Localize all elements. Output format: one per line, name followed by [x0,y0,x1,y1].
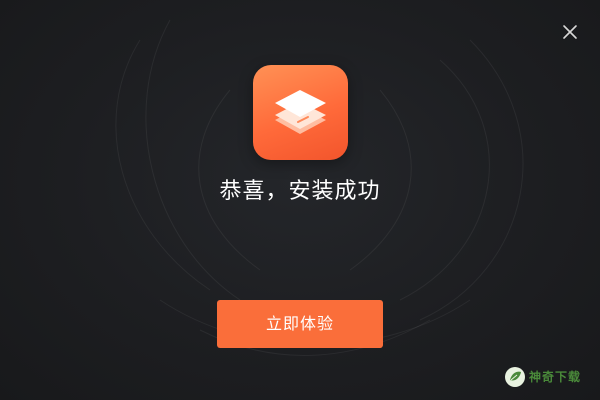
site-watermark: 神奇下载 [504,364,586,390]
watermark-text: 神奇下载 [529,370,582,384]
success-title: 恭喜，安装成功 [219,179,381,204]
install-success-dialog: 恭喜，安装成功 立即体验 神奇下载 [0,0,600,400]
close-button[interactable] [560,22,580,42]
leaf-logo-icon [505,367,525,387]
app-logo [253,65,348,160]
close-icon [563,25,577,39]
try-now-button[interactable]: 立即体验 [217,300,383,348]
layers-app-icon [275,90,326,134]
